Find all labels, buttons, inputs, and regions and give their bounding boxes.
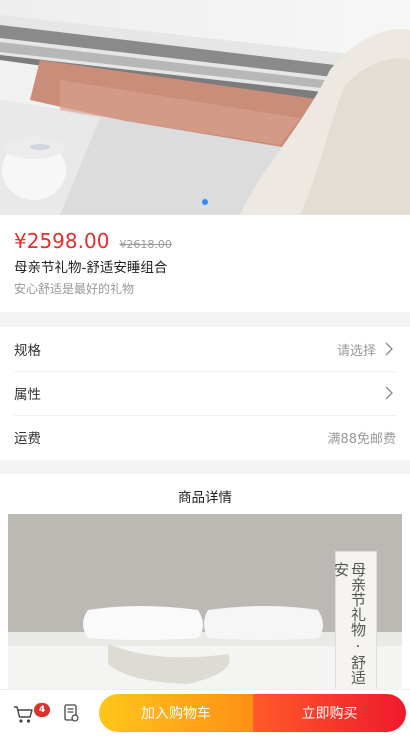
add-to-cart-button[interactable]: 加入购物车: [99, 694, 253, 732]
cart-button[interactable]: 4: [10, 700, 50, 726]
spec-value-wrap: 请选择: [337, 340, 396, 359]
product-title: 母亲节礼物-舒适安睡组合: [14, 260, 168, 276]
spec-value: 请选择: [336, 343, 376, 359]
chevron-right-icon: [385, 342, 393, 356]
spec-label: 规格: [14, 343, 41, 359]
cart-count-badge: 4: [34, 703, 50, 717]
product-subtitle: 安心舒适是最好的礼物: [14, 282, 135, 296]
notes-icon: [64, 704, 79, 722]
buy-now-button[interactable]: 立即购买: [253, 694, 406, 732]
attribute-value-wrap: [382, 386, 396, 400]
spec-row[interactable]: 规格 请选择: [14, 327, 396, 372]
bottom-action-bar: 4 加入购物车 立即购买: [0, 689, 410, 736]
shipping-value: 满88免邮费: [327, 431, 396, 447]
detail-heading: 商品详情: [178, 490, 232, 506]
attribute-label: 属性: [14, 387, 41, 403]
shipping-row: 运费 满88免邮费: [14, 415, 396, 459]
promo-banner-text: 母亲节礼物·舒适安: [332, 562, 367, 685]
detail-image: 母亲节礼物·舒适安: [8, 514, 402, 689]
shipping-value-wrap: 满88免邮费: [327, 428, 396, 447]
shipping-label: 运费: [14, 431, 41, 447]
promo-banner: 母亲节礼物·舒适安: [332, 552, 376, 689]
product-info-card: ¥2598.00 ¥2618.00 母亲节礼物-舒适安睡组合 安心舒适是最好的礼…: [0, 215, 410, 312]
carousel-dot-active[interactable]: [202, 199, 208, 205]
chevron-right-icon: [385, 386, 393, 400]
attribute-row[interactable]: 属性: [14, 371, 396, 416]
product-image-carousel[interactable]: [0, 0, 410, 215]
product-options: 规格 请选择 属性 运费 满88免邮费: [0, 327, 410, 460]
notes-button[interactable]: [58, 700, 84, 726]
original-price: ¥2618.00: [119, 238, 172, 251]
cart-icon: [14, 706, 33, 723]
product-detail-section: 商品详情 母亲节礼物·舒适安: [0, 474, 410, 689]
price-row: ¥2598.00 ¥2618.00: [14, 229, 172, 253]
carousel-indicator: [0, 199, 410, 205]
product-price: ¥2598.00: [14, 229, 110, 253]
product-photo-mattress: [0, 0, 410, 215]
